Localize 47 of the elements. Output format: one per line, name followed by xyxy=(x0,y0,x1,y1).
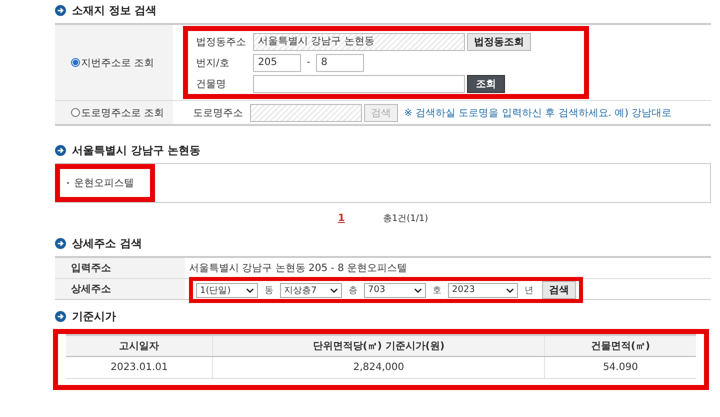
chevron-down-icon xyxy=(330,288,338,292)
dropdown[interactable]: 1(단일) xyxy=(196,282,258,298)
search-button[interactable]: 법정동조회 xyxy=(467,32,531,50)
table-cell: 2023.01.01 xyxy=(66,356,213,378)
row-label: 상세주소 xyxy=(55,279,185,299)
separator-text: - xyxy=(306,57,312,68)
building-name-field[interactable] xyxy=(253,74,465,92)
search-button[interactable]: 검색 xyxy=(542,281,576,299)
section-title: 상세주소 검색 xyxy=(72,236,142,251)
column-header: 단위면적당(㎡) 기준시가(원) xyxy=(212,335,544,356)
unit-label: 층 xyxy=(348,284,358,296)
unit-label: 년 xyxy=(524,284,534,296)
arrow-circle-icon xyxy=(55,5,66,16)
column-header: 고시일자 xyxy=(66,335,213,356)
dropdown[interactable]: 지상층7 xyxy=(280,282,342,298)
section-title: 소재지 정보 검색 xyxy=(72,3,157,18)
field-label: 도로명주소 xyxy=(193,106,244,120)
table-cell: 2,824,000 xyxy=(212,356,544,378)
arrow-circle-icon xyxy=(55,311,66,322)
field-label: 건물명 xyxy=(196,78,227,90)
section-title: 서울특별시 강남구 논현동 xyxy=(72,143,201,158)
sub-number-field[interactable]: 8 xyxy=(316,54,364,72)
table-cell: 54.090 xyxy=(544,356,696,378)
dropdown[interactable]: 2023 xyxy=(448,282,518,298)
field-label: 번지/호 xyxy=(196,56,230,70)
lot-number-field[interactable]: 205 xyxy=(253,54,301,72)
address-field[interactable]: 서울특별시 강남구 논현동 xyxy=(253,32,465,50)
section-title: 기준시가 xyxy=(72,309,116,324)
radio-button[interactable] xyxy=(71,58,80,67)
radio-label[interactable]: 지번주소로 조회 xyxy=(81,56,154,70)
chevron-down-icon xyxy=(246,288,254,292)
unit-label: 호 xyxy=(432,284,442,296)
chevron-down-icon xyxy=(506,288,514,292)
arrow-circle-icon xyxy=(55,238,66,249)
hint-text: ※ 검색하실 도로명을 입력하신 후 검색하세요. 예) 강남대로 xyxy=(404,106,672,120)
search-button[interactable]: 조회 xyxy=(467,74,505,92)
arrow-circle-icon xyxy=(55,145,66,156)
result-link[interactable]: 운현오피스텔 xyxy=(74,176,134,190)
row-label: 입력주소 xyxy=(55,258,185,278)
result-count: 총1건(1/1) xyxy=(382,212,428,224)
address-text: 서울특별시 강남구 논현동 205 - 8 운현오피스텔 xyxy=(189,262,408,275)
field-label: 법정동주소 xyxy=(196,36,247,48)
page-link[interactable]: 1 xyxy=(338,212,345,224)
dropdown[interactable]: 703 xyxy=(364,282,426,298)
column-header: 건물면적(㎡) xyxy=(544,335,696,356)
unit-label: 동 xyxy=(264,284,274,296)
chevron-down-icon xyxy=(414,288,422,292)
